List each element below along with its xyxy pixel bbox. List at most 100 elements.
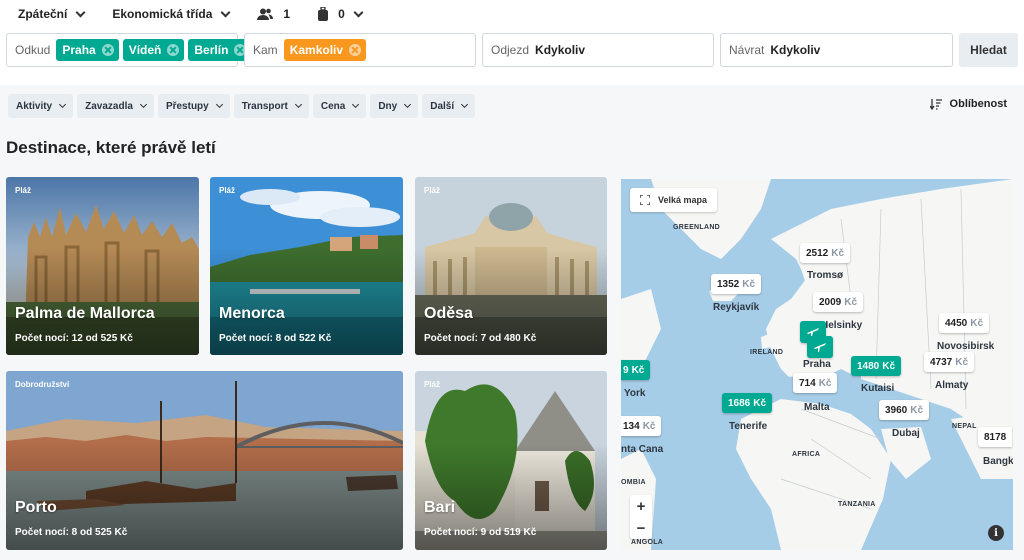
destinations-map[interactable]: Velká mapa GREENLAND Tromsø Reykjavík He…	[621, 179, 1013, 550]
price-marker[interactable]: 4450 Kč	[939, 313, 990, 333]
zoom-in-button[interactable]: +	[630, 495, 652, 517]
chevron-down-icon	[352, 100, 360, 109]
origin-chip[interactable]: Berlín	[188, 39, 252, 61]
filter-price[interactable]: Cena	[312, 94, 367, 118]
map-label: Praha	[803, 359, 831, 370]
map-label: TANZANIA	[838, 501, 876, 508]
destination-card[interactable]: Pláž Menorca Počet nocí: 8 od 522 Kč	[210, 177, 403, 355]
filter-label: Přestupy	[165, 100, 209, 112]
sort-icon	[929, 98, 942, 110]
bag-icon	[318, 6, 329, 22]
trip-type-dropdown[interactable]: Zpáteční	[18, 7, 86, 21]
expand-icon	[640, 195, 650, 205]
map-label: Bangk	[983, 456, 1013, 467]
map-info-button[interactable]: i	[988, 525, 1004, 541]
chevron-down-icon	[404, 100, 412, 109]
price-currency: Kč	[631, 364, 645, 376]
passengers-icon	[257, 8, 274, 21]
filter-activities[interactable]: Aktivity	[8, 94, 74, 118]
price-value: 4450	[945, 317, 968, 329]
origin-label: Odkud	[15, 43, 51, 57]
map-label: Malta	[804, 402, 830, 413]
big-map-button[interactable]: Velká mapa	[630, 188, 718, 212]
price-value: 134	[623, 420, 640, 432]
passengers-count: 1	[283, 7, 291, 21]
cabin-class-dropdown[interactable]: Ekonomická třída	[112, 7, 231, 21]
filter-more[interactable]: Další	[422, 94, 476, 118]
origin-field[interactable]: Odkud Praha Vídeň Berlín	[6, 33, 252, 67]
filter-label: Další	[430, 100, 455, 112]
destination-card[interactable]: Dobrodružství Porto Počet nocí: 8 od 525…	[6, 371, 403, 550]
price-marker[interactable]: 4737 Kč	[924, 352, 975, 372]
departure-label: Odjezd	[491, 43, 530, 57]
remove-icon[interactable]	[101, 44, 114, 56]
price-marker[interactable]: 9 Kč	[621, 360, 651, 380]
top-toolbar: Zpáteční Ekonomická třída 1 0	[0, 0, 1024, 28]
price-marker[interactable]: 1352 Kč	[711, 274, 762, 294]
filter-label: Cena	[320, 100, 346, 112]
zoom-control: + −	[630, 495, 652, 539]
remove-icon[interactable]	[167, 44, 180, 56]
destination-card[interactable]: Pláž Bari Počet nocí: 9 od 519 Kč	[415, 371, 607, 550]
origin-chip[interactable]: Praha	[56, 39, 119, 61]
origin-chip-label: Berlín	[194, 43, 229, 57]
filter-stops[interactable]: Přestupy	[157, 94, 230, 118]
price-value: 2009	[819, 296, 842, 308]
return-field[interactable]: Návrat Kdykoliv	[720, 33, 953, 67]
map-label: Reykjavík	[713, 302, 760, 313]
destination-card[interactable]: Pláž Palma de Mallorca Počet nocí: 12 od…	[6, 177, 199, 355]
price-currency: Kč	[818, 377, 832, 389]
map-label: OMBIA	[621, 479, 646, 486]
filter-bags[interactable]: Zavazadla	[77, 94, 154, 118]
departure-field[interactable]: Odjezd Kdykoliv	[482, 33, 714, 67]
price-marker[interactable]: 714 Kč	[793, 373, 838, 393]
price-marker[interactable]: 134 Kč	[621, 416, 662, 436]
map-label: Novosibirsk	[937, 341, 995, 352]
zoom-out-button[interactable]: −	[630, 517, 652, 539]
trip-type-label: Zpáteční	[18, 7, 68, 21]
departure-value: Kdykoliv	[535, 43, 586, 57]
map-label: Helsinky	[821, 320, 863, 331]
price-marker[interactable]: 2512 Kč	[800, 243, 851, 263]
filter-label: Aktivity	[16, 100, 53, 112]
destination-field[interactable]: Kam Kamkoliv	[244, 33, 476, 67]
card-info: Počet nocí: 12 od 525 Kč	[15, 333, 133, 344]
search-button[interactable]: Hledat	[959, 33, 1018, 67]
price-marker[interactable]: 1480 Kč	[851, 356, 902, 376]
card-info: Počet nocí: 9 od 519 Kč	[424, 527, 537, 538]
price-marker[interactable]: 8178	[978, 427, 1013, 447]
price-value: 4737	[930, 356, 953, 368]
map-label: nta Cana	[621, 444, 664, 455]
card-city: Menorca	[219, 305, 285, 322]
bags-dropdown[interactable]: 0	[318, 6, 364, 22]
price-currency: Kč	[742, 278, 756, 290]
price-currency: Kč	[882, 360, 896, 372]
cabin-class-label: Ekonomická třída	[112, 7, 213, 21]
price-currency: Kč	[642, 420, 656, 432]
price-value: 9	[623, 364, 629, 376]
sort-button[interactable]: Oblíbenost	[929, 98, 1007, 110]
card-info: Počet nocí: 8 od 522 Kč	[219, 333, 332, 344]
price-value: 714	[799, 377, 816, 389]
price-value: 3960	[885, 404, 908, 416]
bags-count: 0	[338, 7, 345, 21]
destination-chip[interactable]: Kamkoliv	[283, 39, 367, 61]
remove-icon[interactable]	[349, 44, 362, 56]
card-tag: Dobrodružství	[15, 380, 70, 389]
origin-chip-label: Vídeň	[128, 43, 162, 57]
destination-label: Kam	[253, 43, 278, 57]
price-marker[interactable]: 3960 Kč	[879, 400, 930, 420]
destination-card[interactable]: Pláž Oděsa Počet nocí: 7 od 480 Kč	[415, 177, 607, 355]
map-label: York	[624, 388, 646, 399]
filter-days[interactable]: Dny	[370, 94, 419, 118]
passengers-dropdown[interactable]: 1	[257, 7, 290, 21]
filter-transport[interactable]: Transport	[233, 94, 309, 118]
map-label: IRELAND	[750, 349, 784, 356]
origin-chip[interactable]: Vídeň	[122, 39, 185, 61]
price-value: 1352	[717, 278, 740, 290]
price-marker[interactable]: 1686 Kč	[722, 393, 773, 413]
price-marker[interactable]: 2009 Kč	[813, 292, 864, 312]
card-tag: Pláž	[219, 186, 236, 195]
origin-marker[interactable]	[807, 336, 833, 358]
price-currency: Kč	[970, 317, 984, 329]
